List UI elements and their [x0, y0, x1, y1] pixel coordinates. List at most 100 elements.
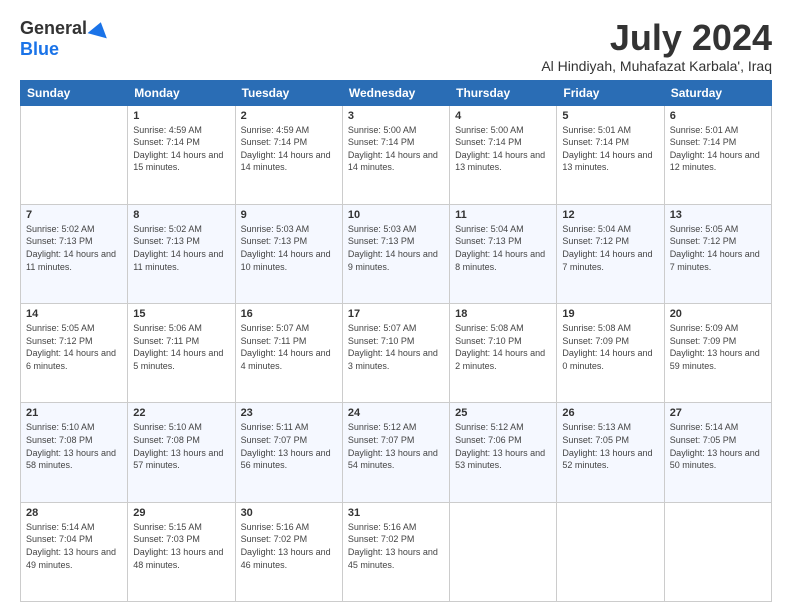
- sunset-text: Sunset: 7:13 PM: [348, 236, 415, 246]
- cell-info: Sunrise: 5:10 AM Sunset: 7:08 PM Dayligh…: [133, 421, 229, 471]
- sunrise-text: Sunrise: 5:10 AM: [133, 422, 202, 432]
- daylight-text: Daylight: 14 hours and 4 minutes.: [241, 348, 331, 371]
- sunset-text: Sunset: 7:11 PM: [133, 336, 199, 346]
- table-row: 25 Sunrise: 5:12 AM Sunset: 7:06 PM Dayl…: [450, 403, 557, 502]
- sunset-text: Sunset: 7:03 PM: [133, 534, 200, 544]
- sunset-text: Sunset: 7:10 PM: [348, 336, 415, 346]
- cell-info: Sunrise: 5:12 AM Sunset: 7:07 PM Dayligh…: [348, 421, 444, 471]
- table-row: 11 Sunrise: 5:04 AM Sunset: 7:13 PM Dayl…: [450, 204, 557, 303]
- table-row: [450, 502, 557, 601]
- sunrise-text: Sunrise: 5:14 AM: [26, 522, 95, 532]
- day-number: 28: [26, 507, 122, 519]
- calendar-week-1: 7 Sunrise: 5:02 AM Sunset: 7:13 PM Dayli…: [21, 204, 772, 303]
- table-row: 10 Sunrise: 5:03 AM Sunset: 7:13 PM Dayl…: [342, 204, 449, 303]
- day-number: 24: [348, 407, 444, 419]
- table-row: [21, 105, 128, 204]
- table-row: 24 Sunrise: 5:12 AM Sunset: 7:07 PM Dayl…: [342, 403, 449, 502]
- day-number: 7: [26, 209, 122, 221]
- daylight-text: Daylight: 13 hours and 52 minutes.: [562, 448, 652, 471]
- table-row: 19 Sunrise: 5:08 AM Sunset: 7:09 PM Dayl…: [557, 304, 664, 403]
- calendar-week-4: 28 Sunrise: 5:14 AM Sunset: 7:04 PM Dayl…: [21, 502, 772, 601]
- day-number: 18: [455, 308, 551, 320]
- sunset-text: Sunset: 7:05 PM: [562, 435, 629, 445]
- cell-info: Sunrise: 5:11 AM Sunset: 7:07 PM Dayligh…: [241, 421, 337, 471]
- sunrise-text: Sunrise: 5:01 AM: [562, 125, 631, 135]
- sunrise-text: Sunrise: 5:00 AM: [348, 125, 417, 135]
- sunrise-text: Sunrise: 5:05 AM: [26, 323, 95, 333]
- sunset-text: Sunset: 7:14 PM: [562, 137, 629, 147]
- daylight-text: Daylight: 13 hours and 49 minutes.: [26, 547, 116, 570]
- table-row: 1 Sunrise: 4:59 AM Sunset: 7:14 PM Dayli…: [128, 105, 235, 204]
- daylight-text: Daylight: 14 hours and 11 minutes.: [26, 249, 116, 272]
- day-number: 16: [241, 308, 337, 320]
- sunset-text: Sunset: 7:14 PM: [241, 137, 308, 147]
- table-row: 26 Sunrise: 5:13 AM Sunset: 7:05 PM Dayl…: [557, 403, 664, 502]
- daylight-text: Daylight: 14 hours and 12 minutes.: [670, 150, 760, 173]
- day-number: 11: [455, 209, 551, 221]
- daylight-text: Daylight: 13 hours and 50 minutes.: [670, 448, 760, 471]
- sunrise-text: Sunrise: 5:02 AM: [133, 224, 202, 234]
- cell-info: Sunrise: 5:07 AM Sunset: 7:10 PM Dayligh…: [348, 322, 444, 372]
- sunrise-text: Sunrise: 5:05 AM: [670, 224, 739, 234]
- cell-info: Sunrise: 5:02 AM Sunset: 7:13 PM Dayligh…: [133, 223, 229, 273]
- cell-info: Sunrise: 5:01 AM Sunset: 7:14 PM Dayligh…: [562, 124, 658, 174]
- daylight-text: Daylight: 14 hours and 14 minutes.: [348, 150, 438, 173]
- day-number: 8: [133, 209, 229, 221]
- sunset-text: Sunset: 7:14 PM: [348, 137, 415, 147]
- sunset-text: Sunset: 7:02 PM: [241, 534, 308, 544]
- sunset-text: Sunset: 7:05 PM: [670, 435, 737, 445]
- day-number: 22: [133, 407, 229, 419]
- sunset-text: Sunset: 7:07 PM: [348, 435, 415, 445]
- header-monday: Monday: [128, 80, 235, 105]
- calendar-week-0: 1 Sunrise: 4:59 AM Sunset: 7:14 PM Dayli…: [21, 105, 772, 204]
- sunset-text: Sunset: 7:07 PM: [241, 435, 308, 445]
- cell-info: Sunrise: 4:59 AM Sunset: 7:14 PM Dayligh…: [241, 124, 337, 174]
- table-row: 22 Sunrise: 5:10 AM Sunset: 7:08 PM Dayl…: [128, 403, 235, 502]
- table-row: 8 Sunrise: 5:02 AM Sunset: 7:13 PM Dayli…: [128, 204, 235, 303]
- daylight-text: Daylight: 13 hours and 48 minutes.: [133, 547, 223, 570]
- sunrise-text: Sunrise: 5:12 AM: [455, 422, 524, 432]
- day-number: 13: [670, 209, 766, 221]
- sunrise-text: Sunrise: 5:07 AM: [348, 323, 417, 333]
- table-row: 29 Sunrise: 5:15 AM Sunset: 7:03 PM Dayl…: [128, 502, 235, 601]
- sunrise-text: Sunrise: 5:02 AM: [26, 224, 95, 234]
- cell-info: Sunrise: 5:03 AM Sunset: 7:13 PM Dayligh…: [241, 223, 337, 273]
- cell-info: Sunrise: 5:08 AM Sunset: 7:09 PM Dayligh…: [562, 322, 658, 372]
- sunrise-text: Sunrise: 5:16 AM: [348, 522, 417, 532]
- sunrise-text: Sunrise: 5:03 AM: [348, 224, 417, 234]
- sunset-text: Sunset: 7:02 PM: [348, 534, 415, 544]
- day-number: 5: [562, 110, 658, 122]
- sunrise-text: Sunrise: 5:16 AM: [241, 522, 310, 532]
- daylight-text: Daylight: 14 hours and 15 minutes.: [133, 150, 223, 173]
- table-row: 18 Sunrise: 5:08 AM Sunset: 7:10 PM Dayl…: [450, 304, 557, 403]
- day-number: 1: [133, 110, 229, 122]
- table-row: 30 Sunrise: 5:16 AM Sunset: 7:02 PM Dayl…: [235, 502, 342, 601]
- cell-info: Sunrise: 5:14 AM Sunset: 7:05 PM Dayligh…: [670, 421, 766, 471]
- sunrise-text: Sunrise: 5:04 AM: [455, 224, 524, 234]
- table-row: 15 Sunrise: 5:06 AM Sunset: 7:11 PM Dayl…: [128, 304, 235, 403]
- daylight-text: Daylight: 14 hours and 9 minutes.: [348, 249, 438, 272]
- sunset-text: Sunset: 7:13 PM: [133, 236, 200, 246]
- calendar-week-3: 21 Sunrise: 5:10 AM Sunset: 7:08 PM Dayl…: [21, 403, 772, 502]
- daylight-text: Daylight: 14 hours and 0 minutes.: [562, 348, 652, 371]
- table-row: 12 Sunrise: 5:04 AM Sunset: 7:12 PM Dayl…: [557, 204, 664, 303]
- logo-blue-text: Blue: [20, 39, 59, 60]
- sunset-text: Sunset: 7:13 PM: [241, 236, 308, 246]
- cell-info: Sunrise: 5:13 AM Sunset: 7:05 PM Dayligh…: [562, 421, 658, 471]
- table-row: 27 Sunrise: 5:14 AM Sunset: 7:05 PM Dayl…: [664, 403, 771, 502]
- daylight-text: Daylight: 13 hours and 53 minutes.: [455, 448, 545, 471]
- sunset-text: Sunset: 7:13 PM: [455, 236, 522, 246]
- sunrise-text: Sunrise: 5:10 AM: [26, 422, 95, 432]
- table-row: 5 Sunrise: 5:01 AM Sunset: 7:14 PM Dayli…: [557, 105, 664, 204]
- sunset-text: Sunset: 7:13 PM: [26, 236, 93, 246]
- sunrise-text: Sunrise: 5:12 AM: [348, 422, 417, 432]
- cell-info: Sunrise: 5:06 AM Sunset: 7:11 PM Dayligh…: [133, 322, 229, 372]
- day-number: 14: [26, 308, 122, 320]
- calendar-header-row: Sunday Monday Tuesday Wednesday Thursday…: [21, 80, 772, 105]
- table-row: 31 Sunrise: 5:16 AM Sunset: 7:02 PM Dayl…: [342, 502, 449, 601]
- daylight-text: Daylight: 14 hours and 6 minutes.: [26, 348, 116, 371]
- header-sunday: Sunday: [21, 80, 128, 105]
- sunset-text: Sunset: 7:11 PM: [241, 336, 307, 346]
- sunset-text: Sunset: 7:09 PM: [562, 336, 629, 346]
- header-saturday: Saturday: [664, 80, 771, 105]
